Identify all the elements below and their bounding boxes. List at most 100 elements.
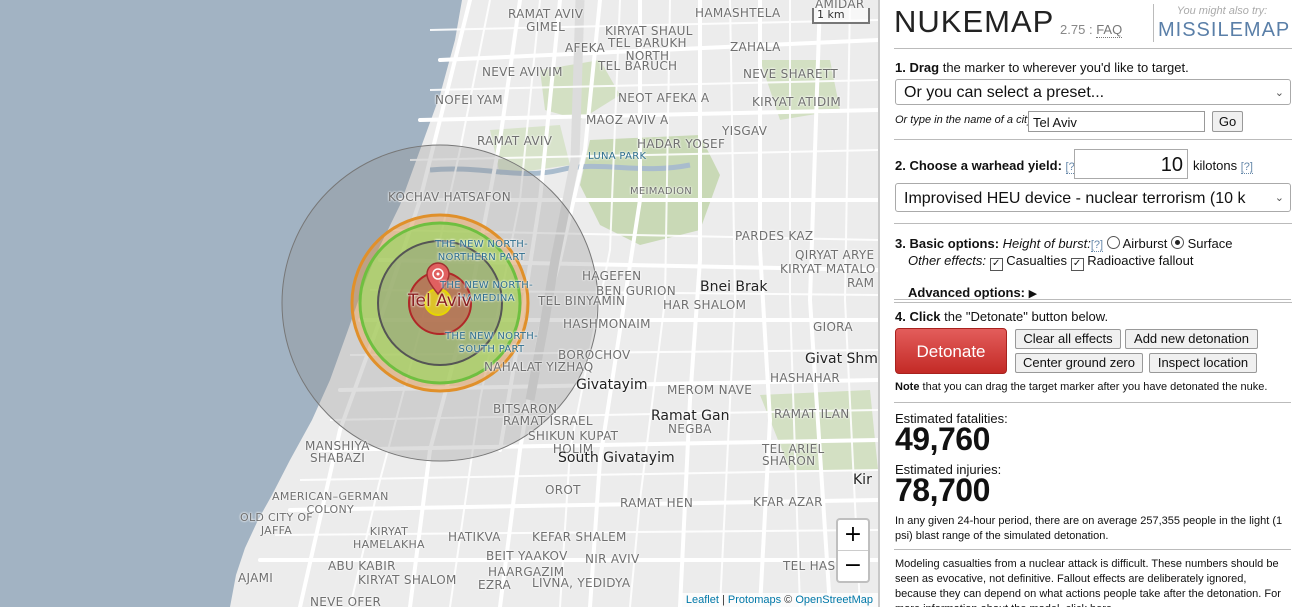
map-label: Givatayim — [576, 377, 648, 393]
map-label: MEROM NAVE — [667, 383, 753, 397]
map-label: QIRYAT ARYE — [795, 248, 875, 262]
add-detonation-button[interactable]: Add new detonation — [1125, 329, 1258, 349]
step1-number: 1. — [895, 60, 906, 75]
map-label: NEGBA — [668, 422, 712, 436]
map-label: NOFEI YAM — [435, 93, 503, 107]
step1-bold: Drag — [909, 60, 940, 75]
airburst-radio[interactable] — [1106, 236, 1120, 249]
map-label: RAMAT ILAN — [774, 407, 850, 421]
fallout-label: Radioactive fallout — [1087, 253, 1194, 268]
map-label: KIRYAT MATALO — [780, 262, 876, 276]
version-number: 2.75 — [1060, 22, 1086, 37]
map-label: Bnei Brak — [700, 279, 768, 295]
map-label: NEVE AVIVIM — [482, 65, 563, 79]
zoom-in-button[interactable]: + — [838, 520, 868, 550]
map-label: HADAR YOSEF — [637, 137, 726, 151]
step3-section: 3. Basic options: Height of burst:[?] Ai… — [894, 224, 1292, 303]
disclaimer-text: Modeling casualties from a nuclear attac… — [895, 558, 1281, 607]
map-label: RAM — [847, 276, 875, 290]
fatalities-value: 49,760 — [895, 421, 990, 457]
note-text: that you can drag the target marker afte… — [922, 381, 1268, 393]
zoom-out-button[interactable]: − — [838, 550, 868, 581]
app-title: NUKEMAP — [894, 4, 1055, 39]
step4-number: 4. — [895, 309, 906, 324]
panel-header: NUKEMAP 2.75 : FAQ You might also try: M… — [894, 0, 1292, 49]
leaflet-link[interactable]: Leaflet — [686, 594, 719, 606]
faq-link[interactable]: FAQ — [1096, 22, 1123, 38]
surface-radio[interactable] — [1171, 236, 1185, 249]
warhead-preset-select[interactable]: Improvised HEU device - nuclear terroris… — [895, 183, 1291, 212]
go-button[interactable]: Go — [1212, 111, 1243, 132]
step2-label: Choose a warhead yield: — [909, 158, 1062, 173]
map-label: KIRYAT SHALOM — [358, 573, 457, 587]
missilemap-link[interactable]: MISSILEMAP — [1158, 19, 1289, 42]
map-label: NIR AVIV — [585, 552, 640, 566]
detonate-button[interactable]: Detonate — [895, 328, 1007, 374]
yield-unit-label: kilotons — [1193, 158, 1238, 173]
advanced-options-toggle[interactable]: Advanced options: ▶ — [908, 285, 1037, 300]
map-label: Kir — [853, 472, 872, 488]
clear-effects-button[interactable]: Clear all effects — [1015, 329, 1121, 349]
map-label: OROT — [545, 483, 581, 497]
map-label: NEVE SHARETT — [743, 67, 838, 81]
version-separator: : — [1088, 22, 1093, 37]
map-label: OLD CITY OF JAFFA — [240, 511, 313, 537]
step3-row-burst: 3. Basic options: Height of burst:[?] Ai… — [895, 236, 1233, 252]
map-label: BEIT YAAKOV — [486, 549, 568, 563]
map-label: KEFAR SHALEM — [532, 530, 627, 544]
airburst-label: Airburst — [1122, 236, 1168, 251]
also-try-label: You might also try: — [1176, 5, 1268, 17]
attribution-separator: | — [721, 594, 725, 606]
map-label: TEL BINYAMIN — [538, 294, 626, 308]
zoom-control: + − — [836, 518, 870, 583]
map-label: NAHALAT YIZHAQ — [484, 360, 594, 374]
step4-text: the "Detonate" button below. — [944, 309, 1109, 324]
map-label: PARDES KAZ — [735, 229, 814, 243]
casualties-label: Casualties — [1006, 253, 1067, 268]
divider — [894, 402, 1291, 403]
control-panel: NUKEMAP 2.75 : FAQ You might also try: M… — [878, 0, 1300, 607]
map-label: HAR SHALOM — [663, 298, 747, 312]
step3-number: 3. — [895, 236, 906, 251]
step1-text: the marker to wherever you'd like to tar… — [942, 60, 1189, 75]
note-bold: Note — [895, 381, 920, 393]
city-label: Or type in the name of a city: — [895, 114, 1036, 126]
center-ground-zero-button[interactable]: Center ground zero — [1015, 353, 1143, 373]
fallout-checkbox[interactable]: ✓ — [1070, 258, 1084, 271]
map-label: Tel Aviv — [408, 291, 472, 311]
map-label: ABU KABIR — [328, 559, 396, 573]
map-label: TEL BARUCH — [598, 59, 678, 73]
yield-input[interactable]: 10 — [1074, 149, 1188, 179]
other-effects-label: Other effects: — [908, 253, 987, 268]
chevron-down-icon: ⌄ — [1274, 87, 1284, 99]
city-input[interactable]: Tel Aviv — [1028, 111, 1205, 132]
step4-instructions: 4. Click the "Detonate" button below. — [895, 309, 1108, 324]
hob-help-link[interactable]: [?] — [1090, 239, 1104, 252]
osm-link[interactable]: OpenStreetMap — [795, 594, 873, 606]
exposure-text: In any given 24-hour period, there are o… — [895, 515, 1283, 542]
surface-label: Surface — [1187, 236, 1233, 251]
hob-label: Height of burst: — [1002, 236, 1091, 251]
map-label: EZRA — [478, 578, 512, 592]
map-label: HAGEFEN — [582, 269, 642, 283]
map-label: MEIMADION — [630, 186, 693, 197]
step2-section: 2. Choose a warhead yield: [?] 10 kiloto… — [894, 140, 1292, 224]
drag-note: Note that you can drag the target marker… — [895, 381, 1267, 393]
map-view[interactable]: RAMAT AVIV GIMEL KIRYAT SHAUL HAMASHTELA… — [0, 0, 878, 607]
casualties-checkbox[interactable]: ✓ — [989, 258, 1003, 271]
inspect-location-button[interactable]: Inspect location — [1149, 353, 1257, 373]
preset-select[interactable]: Or you can select a preset... ⌄ — [895, 79, 1291, 105]
map-label: South Givatayim — [558, 450, 675, 466]
map-attribution: Leaflet | Protomaps © OpenStreetMap — [680, 593, 878, 607]
map-label: SHARON — [762, 454, 816, 468]
map-label: LUNA PARK — [588, 151, 647, 162]
protomaps-link[interactable]: Protomaps — [728, 594, 781, 606]
step2-instructions: 2. Choose a warhead yield: [?] — [895, 158, 1078, 174]
map-label: HASHAHAR — [770, 371, 841, 385]
map-label: KOCHAV HATSAFON — [388, 190, 512, 204]
map-label: HAMASHTELA — [695, 6, 781, 20]
divider — [894, 549, 1291, 550]
map-label: GIORA — [813, 320, 853, 334]
map-label: YISGAV — [722, 124, 768, 138]
unit-help-link[interactable]: [?] — [1240, 161, 1253, 174]
